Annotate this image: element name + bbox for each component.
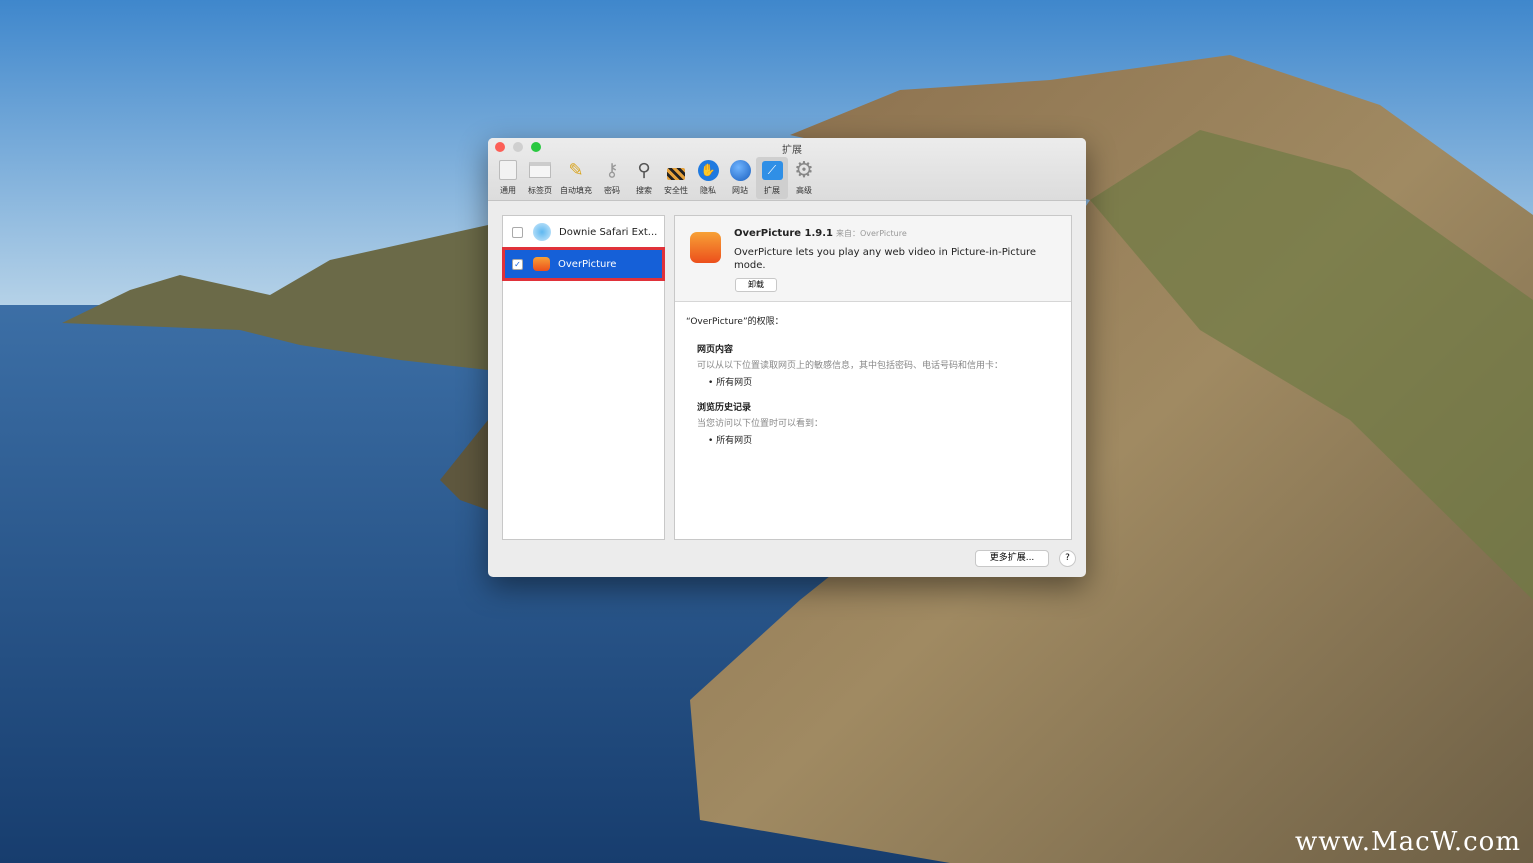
permissions: “OverPicture”的权限： 网页内容 可以从以下位置读取网页上的敏感信息… [675, 302, 1071, 458]
gear-icon: ⚙ [794, 157, 814, 183]
titlebar: 扩展 通用 标签页 ✎ 自动填充 ⚷ 密码 ⚲ 搜索 安全性 ✋ 隐私 网站 ⟋ 扩展 ⚙… [488, 138, 1086, 201]
tabs-icon [529, 159, 551, 181]
tab-label: 高级 [796, 186, 812, 195]
preferences-toolbar: 通用 标签页 ✎ 自动填充 ⚷ 密码 ⚲ 搜索 安全性 ✋ 隐私 网站 ⟋ 扩展 ⚙ 高级 [492, 157, 820, 199]
tab-passwords[interactable]: ⚷ 密码 [596, 157, 628, 199]
overpicture-app-icon [690, 232, 721, 263]
tab-label: 扩展 [764, 186, 780, 195]
extension-item-overpicture[interactable]: ✓ OverPicture [502, 247, 665, 281]
extension-description: OverPicture lets you play any web video … [734, 247, 1037, 271]
tab-general[interactable]: 通用 [492, 157, 524, 199]
extensions-list: Downie Safari Ext... ✓ OverPicture [502, 215, 665, 540]
extension-version-name: OverPicture 1.9.1 [734, 228, 833, 239]
globe-icon [729, 159, 751, 181]
permission-bullet: • 所有网页 [708, 378, 753, 388]
tab-advanced[interactable]: ⚙ 高级 [788, 157, 820, 199]
tab-tabs[interactable]: 标签页 [524, 157, 556, 199]
tab-label: 搜索 [636, 186, 652, 195]
enable-checkbox[interactable] [512, 226, 523, 238]
tab-autofill[interactable]: ✎ 自动填充 [556, 157, 596, 199]
overpicture-icon [533, 257, 550, 271]
extension-name: OverPicture [558, 258, 617, 270]
permission-scope: 所有网页 [716, 436, 753, 446]
more-extensions-button[interactable]: 更多扩展... [975, 550, 1049, 567]
extension-icon: ⟋ [761, 159, 783, 181]
pencil-icon: ✎ [568, 159, 584, 181]
tab-label: 安全性 [664, 186, 688, 195]
help-button[interactable]: ? [1059, 550, 1076, 567]
permission-scope: 所有网页 [716, 378, 753, 388]
permission-description: 可以从以下位置读取网页上的敏感信息，其中包括密码、电话号码和信用卡： [697, 361, 1004, 371]
watermark: www.MacW.com [1295, 827, 1521, 857]
permission-heading: 浏览历史记录 [697, 403, 752, 413]
lock-icon [665, 159, 687, 181]
key-icon: ⚷ [605, 159, 619, 181]
tab-extensions[interactable]: ⟋ 扩展 [756, 157, 788, 199]
safari-preferences-window: 扩展 通用 标签页 ✎ 自动填充 ⚷ 密码 ⚲ 搜索 安全性 ✋ 隐私 网站 ⟋ 扩展 ⚙… [488, 138, 1086, 577]
tab-websites[interactable]: 网站 [724, 157, 756, 199]
permission-heading: 网页内容 [697, 345, 734, 355]
extension-developer: 来自：OverPicture [835, 229, 907, 238]
enable-checkbox[interactable]: ✓ [512, 258, 523, 270]
uninstall-button[interactable]: 卸载 [735, 278, 777, 292]
tab-security[interactable]: 安全性 [660, 157, 692, 199]
tab-label: 隐私 [700, 186, 716, 195]
tab-search[interactable]: ⚲ 搜索 [628, 157, 660, 199]
tab-privacy[interactable]: ✋ 隐私 [692, 157, 724, 199]
tab-label: 自动填充 [560, 186, 592, 195]
tab-label: 通用 [500, 186, 516, 195]
extension-name: Downie Safari Ext... [559, 226, 658, 238]
window-title: 扩展 [782, 145, 802, 156]
extension-title: OverPicture 1.9.1 来自：OverPicture [734, 228, 907, 239]
permissions-title: “OverPicture”的权限： [686, 317, 784, 327]
extension-detail: OverPicture 1.9.1 来自：OverPicture OverPict… [674, 215, 1072, 540]
tab-label: 标签页 [528, 186, 552, 195]
tab-label: 密码 [604, 186, 620, 195]
tab-label: 网站 [732, 186, 748, 195]
hand-icon: ✋ [697, 159, 719, 181]
switch-icon [497, 159, 519, 181]
extension-item-downie[interactable]: Downie Safari Ext... [503, 216, 664, 248]
downie-icon [533, 223, 551, 241]
detail-header: OverPicture 1.9.1 来自：OverPicture OverPict… [675, 216, 1071, 302]
permission-bullet: • 所有网页 [708, 436, 753, 446]
permission-description: 当您访问以下位置时可以看到： [697, 419, 824, 429]
search-icon: ⚲ [637, 159, 651, 181]
